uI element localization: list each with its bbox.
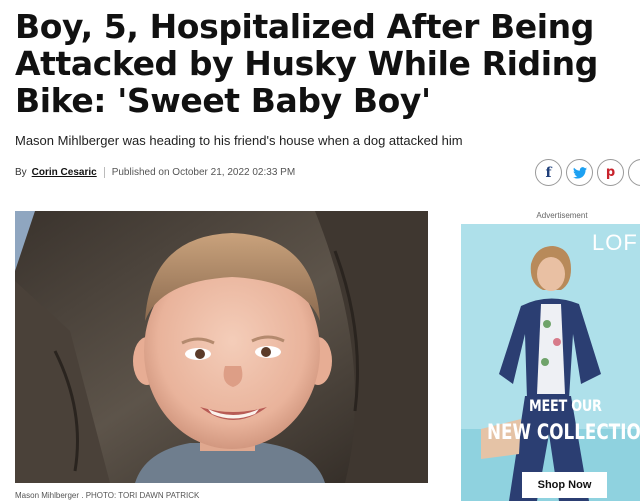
byline-divider — [103, 166, 105, 178]
advertisement-banner[interactable]: LOF MEET OUR NEW COLLECTION Shop Now — [461, 224, 640, 501]
pinterest-share-button[interactable]: p — [597, 159, 624, 186]
article-hero-image — [15, 211, 428, 483]
image-caption: Mason Mihlberger . PHOTO: TORI DAWN PATR… — [15, 491, 200, 500]
ad-headline-line2: NEW COLLECTION — [487, 420, 640, 444]
pinterest-icon: p — [605, 165, 616, 180]
publish-date: Published on October 21, 2022 02:33 PM — [111, 166, 296, 178]
advertisement-label: Advertisement — [536, 211, 588, 220]
author-link[interactable]: Corin Cesaric — [32, 167, 97, 178]
article-headline: Boy, 5, Hospitalized After Being Attacke… — [15, 7, 598, 120]
facebook-share-button[interactable]: f — [535, 159, 562, 186]
byline-by-label: By — [15, 166, 27, 178]
twitter-icon — [572, 166, 587, 179]
article-dek: Mason Mihlberger was heading to his frie… — [15, 133, 463, 148]
byline: By Corin Cesaric Published on October 21… — [15, 165, 295, 179]
social-share-bar: f p — [535, 159, 640, 186]
ad-brand-logo: LOF — [592, 230, 638, 255]
twitter-share-button[interactable] — [566, 159, 593, 186]
more-share-button[interactable] — [628, 159, 640, 186]
facebook-icon: f — [545, 164, 552, 181]
shop-now-button[interactable]: Shop Now — [522, 472, 607, 498]
ad-headline-line1: MEET OUR — [529, 396, 602, 415]
